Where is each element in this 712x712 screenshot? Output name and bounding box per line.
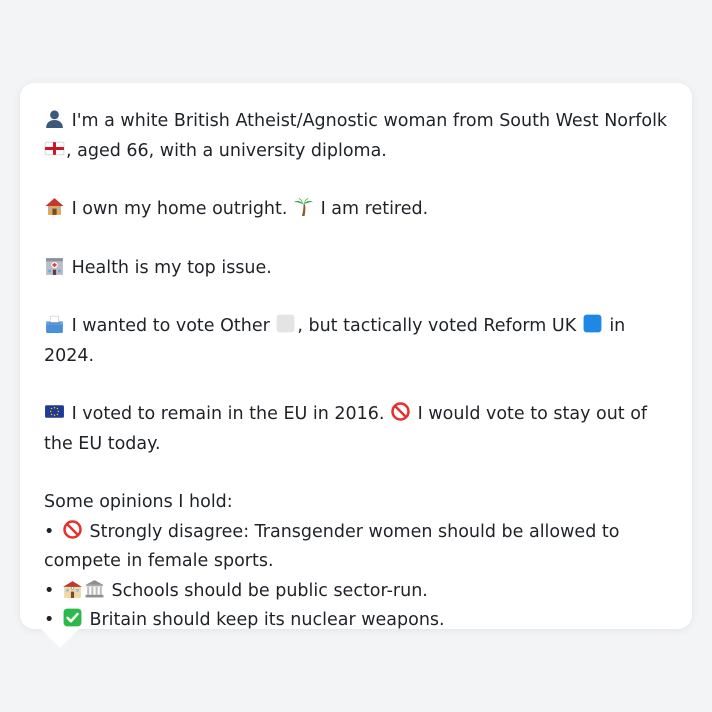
prohibited-icon bbox=[390, 401, 411, 422]
eu-flag-icon bbox=[44, 401, 65, 422]
white-square-icon bbox=[275, 313, 296, 334]
house-icon bbox=[44, 196, 65, 217]
opinion-item: • Britain should keep its nuclear weapon… bbox=[44, 606, 668, 636]
england-flag-icon bbox=[44, 138, 65, 159]
profile-card: I'm a white British Atheist/Agnostic wom… bbox=[20, 83, 692, 630]
intro-paragraph: I'm a white British Atheist/Agnostic wom… bbox=[44, 107, 668, 166]
ballot-box-icon bbox=[44, 313, 65, 334]
vote-paragraph: I wanted to vote Other , but tactically … bbox=[44, 312, 668, 371]
health-paragraph: Health is my top issue. bbox=[44, 254, 668, 284]
palm-tree-icon bbox=[293, 196, 314, 217]
classical-building-icon bbox=[84, 578, 105, 599]
bullet: • bbox=[44, 610, 55, 630]
opinion-item: • Schools should be public sector-run. bbox=[44, 577, 668, 607]
school-icon bbox=[62, 578, 83, 599]
health-text: Health is my top issue. bbox=[66, 257, 272, 278]
opinions-section: Some opinions I hold: • Strongly disagre… bbox=[44, 488, 668, 636]
check-mark-button-icon bbox=[62, 607, 83, 628]
blue-square-icon bbox=[582, 313, 603, 334]
prohibited-icon bbox=[62, 519, 83, 540]
home-text: I own my home outright. bbox=[66, 199, 294, 219]
bullet: • bbox=[44, 580, 55, 601]
home-paragraph: I own my home outright. I am retired. bbox=[44, 195, 668, 225]
vote-text-b: , but tactically voted Reform UK bbox=[297, 316, 582, 336]
retired-text: I am retired. bbox=[315, 199, 429, 219]
bust-in-silhouette-icon bbox=[44, 108, 65, 129]
speech-bubble-tail bbox=[40, 628, 80, 648]
bullet: • bbox=[44, 521, 55, 542]
hospital-icon bbox=[44, 255, 65, 276]
eu-text-a: I voted to remain in the EU in 2016. bbox=[66, 404, 391, 424]
opinion-text: Britain should keep its nuclear weapons. bbox=[83, 610, 445, 630]
opinions-heading: Some opinions I hold: bbox=[44, 492, 233, 512]
opinion-text: Schools should be public sector-run. bbox=[105, 580, 428, 601]
intro-tail-text: , aged 66, with a university diploma. bbox=[66, 140, 387, 161]
intro-text: I'm a white British Atheist/Agnostic wom… bbox=[66, 111, 668, 131]
eu-paragraph: I voted to remain in the EU in 2016. I w… bbox=[44, 400, 668, 459]
opinion-text: Strongly disagree: Transgender women sho… bbox=[44, 521, 620, 572]
opinion-item: • Strongly disagree: Transgender women s… bbox=[44, 518, 668, 577]
vote-text-a: I wanted to vote Other bbox=[66, 316, 276, 336]
